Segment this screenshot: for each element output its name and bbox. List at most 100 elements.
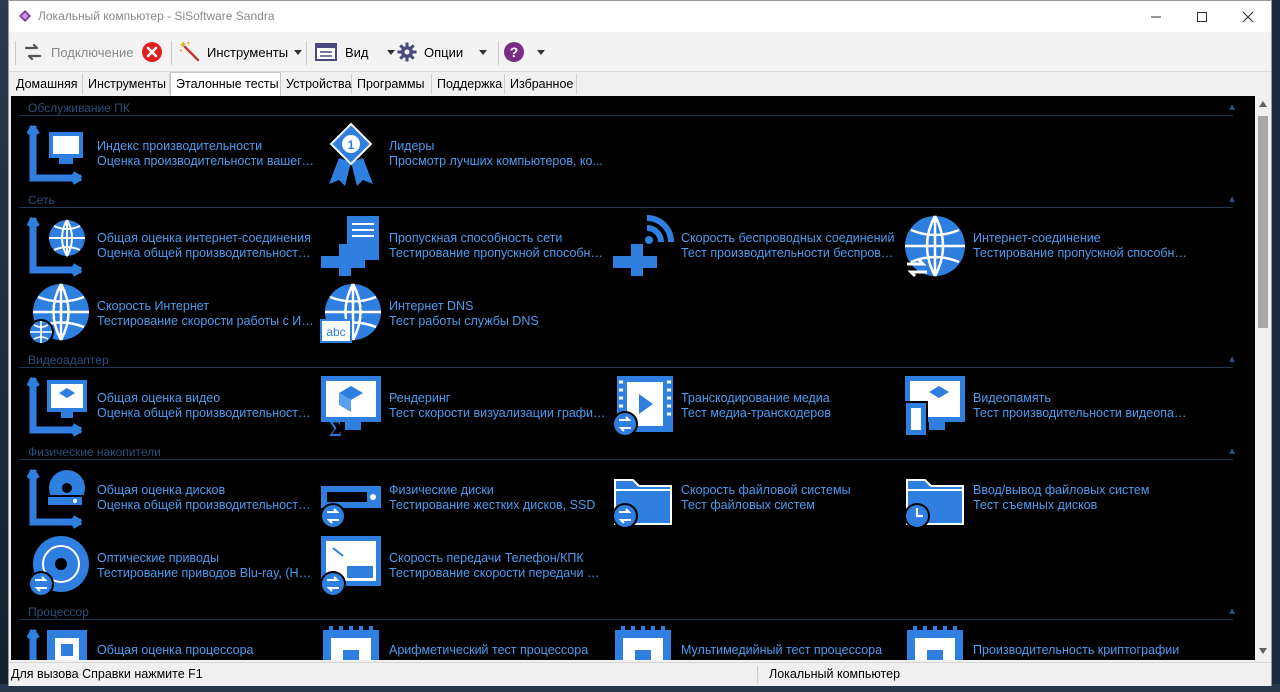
rendering-icon: Σ [321, 376, 381, 438]
benchmark-video-overall[interactable]: Общая оценка видео Оценка общей производ… [27, 374, 317, 440]
disk-overall-icon [27, 468, 85, 529]
internet-dns-icon: abc [320, 283, 381, 343]
benchmark-phone-transfer[interactable]: Скорость передачи Телефон/КПК Тестирован… [319, 534, 609, 600]
window-title: Локальный компьютер - SiSoftware Sandra [38, 9, 275, 23]
options-dropdown-caret-icon [479, 49, 488, 55]
tab-support[interactable]: Поддержка [432, 74, 505, 94]
options-menu-button[interactable]: Опции [397, 39, 488, 65]
benchmark-internet-dns[interactable]: abc Интернет DNS Тест работы службы DNS [319, 282, 609, 348]
section-header[interactable]: Процессор ▲ [11, 604, 1241, 622]
benchmark-rendering[interactable]: Σ Рендеринг Тест скорости визуализации г… [319, 374, 609, 440]
tab-programs[interactable]: Программы [352, 74, 432, 94]
toolbar-separator [498, 41, 499, 65]
toolbar-separator [171, 41, 172, 65]
tools-menu-button[interactable]: Инструменты [179, 39, 303, 65]
section-divider [19, 459, 1233, 460]
status-bar: Для вызова Справки нажмите F1 Локальный … [9, 662, 1271, 686]
benchmark-wireless-speed[interactable]: Скорость беспроводных соединений Тест пр… [611, 214, 901, 280]
status-computer-name: Локальный компьютер [769, 667, 901, 681]
benchmark-performance-index[interactable]: Индекс производительности Оценка произво… [27, 122, 317, 188]
scroll-down-arrow-icon[interactable] [1259, 648, 1267, 654]
section-divider [19, 115, 1233, 116]
benchmark-cpu-multimedia[interactable]: Мультимедийный тест процессора [611, 626, 901, 660]
help-button[interactable]: ? [503, 39, 545, 65]
disconnect-button[interactable] [141, 39, 163, 65]
svg-text:?: ? [510, 44, 519, 60]
scrollbar-thumb[interactable] [1258, 116, 1268, 328]
options-label: Опции [424, 44, 464, 60]
connect-button[interactable]: Подключение [23, 39, 133, 65]
item-title: Индекс производительности [97, 139, 263, 153]
item-description: Тест скорости визуализации графиче... [389, 406, 607, 420]
benchmark-disk-overall[interactable]: Общая оценка дисков Оценка общей произво… [27, 466, 317, 532]
item-title: Интернет DNS [389, 299, 474, 313]
benchmark-video-memory[interactable]: Видеопамять Тест производительности виде… [903, 374, 1193, 440]
benchmark-media-transcode[interactable]: Транскодирование медиа Тест медиа-транск… [611, 374, 901, 440]
video-memory-icon [904, 376, 965, 437]
benchmark-physical-disks[interactable]: Физические диски Тестирование жестких ди… [319, 466, 609, 532]
tab-devices[interactable]: Устройства [281, 74, 352, 94]
item-description: Оценка общей производительности ... [97, 246, 315, 260]
view-dropdown-caret-icon [386, 49, 395, 55]
item-description: Тест медиа-транскодеров [681, 406, 831, 420]
svg-text:1: 1 [348, 138, 355, 152]
crypto-performance-icon [907, 626, 963, 660]
status-divider [757, 666, 758, 683]
benchmark-leaders[interactable]: 1 Лидеры Просмотр лучших компьютеров, ко… [319, 122, 609, 188]
benchmark-internet-connection[interactable]: Интернет-соединение Тестирование пропуск… [903, 214, 1193, 280]
item-description: Тест работы службы DNS [389, 314, 539, 328]
item-description: Просмотр лучших компьютеров, ко... [389, 154, 603, 168]
physical-disks-icon [320, 486, 381, 529]
view-menu-button[interactable]: Вид [315, 39, 395, 65]
item-description: Тест файловых систем [681, 498, 815, 512]
tab-benchmarks[interactable]: Эталонные тесты [170, 72, 281, 96]
benchmark-internet-overall[interactable]: Общая оценка интернет-соединения Оценка … [27, 214, 317, 280]
close-button[interactable] [1225, 1, 1271, 32]
item-description: Оценка общей производительности г... [97, 406, 315, 420]
item-title: Лидеры [389, 139, 435, 153]
help-question-icon: ? [504, 42, 524, 62]
item-title: Скорость беспроводных соединений [681, 231, 895, 245]
scroll-up-arrow-icon[interactable] [1259, 101, 1267, 107]
minimize-button[interactable] [1133, 1, 1179, 32]
magic-wand-icon [179, 41, 200, 62]
view-window-icon [315, 43, 337, 61]
collapse-chevron-icon: ▲ [1227, 354, 1237, 365]
item-description: Тестирование пропускной способнос... [973, 246, 1191, 260]
tab-tools[interactable]: Инструменты [83, 74, 170, 94]
item-title: Транскодирование медиа [681, 391, 830, 405]
internet-overall-icon [27, 216, 85, 277]
maximize-button[interactable] [1179, 1, 1225, 32]
section-title: Сеть [28, 193, 55, 207]
leaders-medal-icon: 1 [329, 122, 373, 186]
section-header[interactable]: Обслуживание ПК ▲ [11, 100, 1241, 118]
item-title: Общая оценка дисков [97, 483, 226, 497]
section-header[interactable]: Видеоадаптер ▲ [11, 352, 1241, 370]
media-transcode-icon [612, 376, 673, 437]
sandra-app-icon [19, 10, 31, 22]
section-title: Видеоадаптер [28, 353, 109, 367]
tab-home[interactable]: Домашняя [11, 74, 83, 94]
section-header[interactable]: Физические накопители ▲ [11, 444, 1241, 462]
internet-speed-icon [28, 283, 89, 345]
vertical-scrollbar[interactable] [1255, 96, 1271, 660]
connect-icon [24, 43, 42, 61]
benchmark-internet-speed[interactable]: Скорость Интернет Тестирование скорости … [27, 282, 317, 348]
item-title: Скорость передачи Телефон/КПК [389, 551, 584, 565]
item-title: Арифметический тест процессора [389, 643, 589, 657]
filesystem-speed-icon [612, 479, 672, 529]
item-description: Тестирование пропускной способно... [389, 246, 607, 260]
benchmark-crypto-performance[interactable]: Производительность криптографии [903, 626, 1193, 660]
benchmark-optical-drives[interactable]: Оптические приводы Тестирование приводов… [27, 534, 317, 600]
benchmarks-list: Обслуживание ПК ▲ Сеть ▲ Видеоадаптер ▲ … [11, 96, 1255, 660]
benchmark-cpu-overall[interactable]: Общая оценка процессора [27, 626, 317, 660]
benchmark-filesystem-io[interactable]: Ввод/вывод файловых систем Тест съемных … [903, 466, 1193, 532]
item-description: Оценка общей производительности д... [97, 498, 315, 512]
tools-dropdown-caret-icon [294, 49, 303, 55]
benchmark-cpu-arithmetic[interactable]: Арифметический тест процессора [319, 626, 609, 660]
cpu-multimedia-icon [615, 626, 671, 660]
benchmark-network-bandwidth[interactable]: Пропускная способность сети Тестирование… [319, 214, 609, 280]
section-header[interactable]: Сеть ▲ [11, 192, 1241, 210]
benchmark-filesystem-speed[interactable]: Скорость файловой системы Тест файловых … [611, 466, 901, 532]
tab-favorites[interactable]: Избранное [505, 74, 577, 94]
